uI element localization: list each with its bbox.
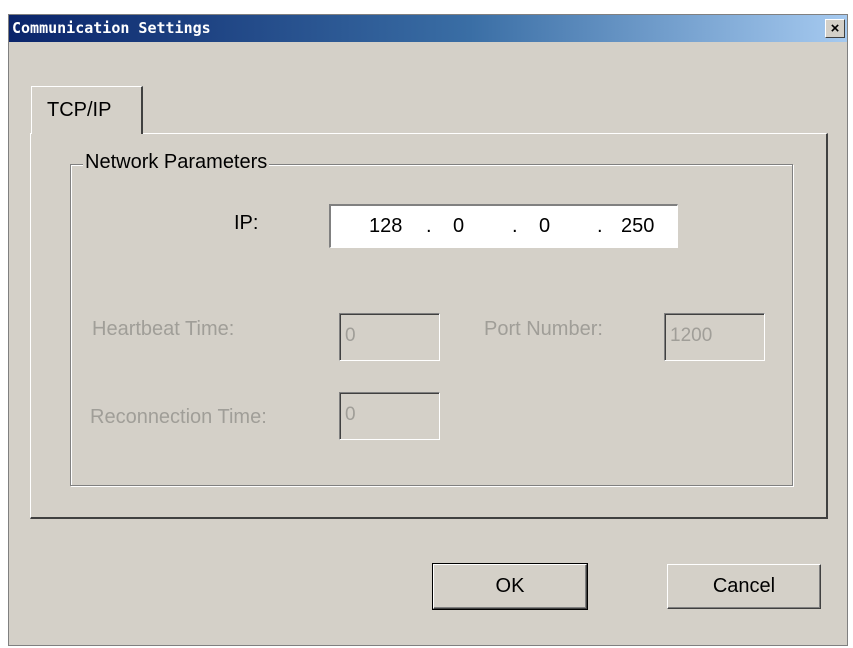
heartbeat-time-value: 0 [345,325,356,346]
port-number-field[interactable]: 1200 [664,313,765,361]
ip-dot-2: . [512,215,518,237]
ok-button[interactable]: OK [432,563,588,610]
ip-address-input[interactable]: 128 . 0 . 0 . 250 [329,204,678,248]
ip-octet-1[interactable]: 128 [369,215,402,238]
window-title: Communication Settings [12,19,211,37]
heartbeat-time-field[interactable]: 0 [339,313,440,361]
close-button[interactable]: × [825,19,845,38]
tab-label: TCP/IP [47,99,112,121]
cancel-button[interactable]: Cancel [667,564,821,609]
ip-dot-1: . [426,215,432,237]
port-number-value: 1200 [670,325,713,346]
title-bar[interactable]: Communication Settings × [9,15,847,42]
heartbeat-time-label: Heartbeat Time: [92,318,235,340]
close-icon: × [830,20,840,37]
reconnection-time-label: Reconnection Time: [90,406,267,428]
ip-octet-3[interactable]: 0 [539,215,550,238]
ip-label: IP: [234,212,259,234]
reconnection-time-value: 0 [345,404,356,425]
ip-octet-4[interactable]: 250 [621,215,654,238]
ip-octet-2[interactable]: 0 [453,215,464,238]
group-title: Network Parameters [83,151,270,174]
port-number-label: Port Number: [484,318,603,340]
reconnection-time-field[interactable]: 0 [339,392,440,440]
ip-dot-3: . [597,215,603,237]
tab-tcp-ip[interactable]: TCP/IP [31,86,143,134]
